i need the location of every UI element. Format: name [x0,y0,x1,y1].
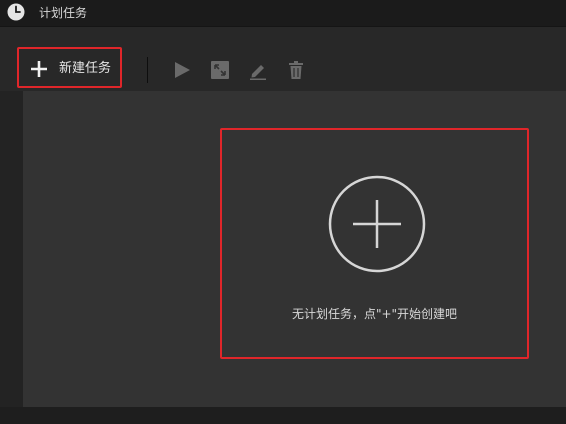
expand-icon[interactable] [210,60,230,80]
window-title: 计划任务 [39,6,88,20]
plus-icon [30,60,48,78]
toolbar: 新建任务 [0,27,566,91]
app-window: 计划任务 新建任务 无计划任务，点"+"开始创建吧 [0,0,566,424]
clock-icon [6,2,26,22]
bottom-bar [0,407,566,424]
edit-icon[interactable] [248,60,268,80]
new-task-button[interactable]: 新建任务 [17,47,122,88]
new-task-label: 新建任务 [59,61,112,76]
trash-icon[interactable] [286,60,306,80]
empty-state-message: 无计划任务，点"+"开始创建吧 [291,307,458,321]
title-bar: 计划任务 [0,0,566,27]
toolbar-divider [147,57,148,83]
play-icon[interactable] [172,60,192,80]
add-circle-icon[interactable] [328,175,426,273]
empty-state: 无计划任务，点"+"开始创建吧 [220,128,529,359]
